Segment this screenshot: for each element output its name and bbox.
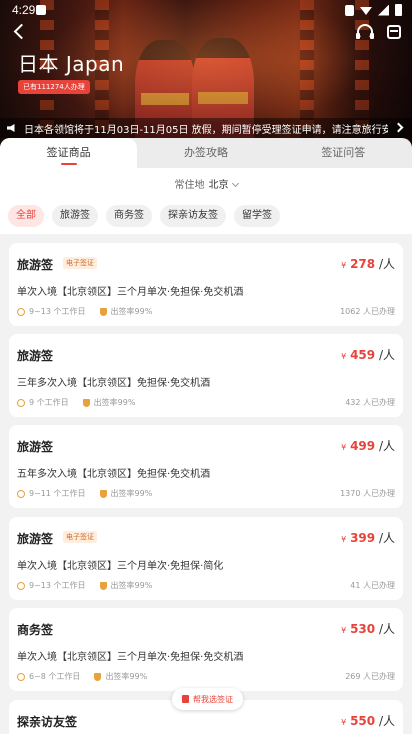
product-card[interactable]: 旅游签 电子签证 ¥ 399 /人 单次入境【北京领区】三个月单次·免担保·简化… bbox=[9, 517, 403, 600]
shield-icon bbox=[82, 398, 90, 407]
back-arrow-icon[interactable] bbox=[12, 24, 26, 38]
evisa-tag: 电子签证 bbox=[63, 531, 97, 543]
product-name: 旅游签 bbox=[17, 440, 54, 454]
shield-icon bbox=[99, 307, 107, 316]
notice-text: 日本各领馆将于11月03日-11月05日 放假，期间暂停受理签证申请，请注意旅行… bbox=[24, 124, 388, 136]
applied-count: 1062 人已办理 bbox=[340, 307, 395, 316]
product-price: ¥ 499 /人 bbox=[341, 439, 395, 453]
region-selector[interactable]: 常住地 北京 bbox=[0, 176, 412, 191]
country-title: 日本 Japan bbox=[18, 52, 125, 76]
battery-icon bbox=[395, 4, 402, 16]
status-time: 4:29 bbox=[12, 3, 36, 17]
speaker-icon bbox=[7, 124, 15, 132]
product-price: ¥ 550 /人 bbox=[341, 714, 395, 728]
product-meta: 9~13 个工作日 出签率99% bbox=[17, 306, 152, 317]
applied-count: 41 人已办理 bbox=[350, 581, 395, 590]
notice-bar[interactable]: 日本各领馆将于11月03日-11月05日 放假，期间暂停受理签证申请，请注意旅行… bbox=[0, 118, 412, 138]
product-description: 三年多次入境【北京领区】免担保·免交机酒 bbox=[17, 378, 211, 389]
product-meta: 9~13 个工作日 出签率99% bbox=[17, 580, 152, 591]
chevron-right-icon[interactable] bbox=[393, 122, 404, 133]
help-choose-visa-button[interactable]: 帮我选签证 bbox=[172, 688, 243, 710]
calendar-icon[interactable] bbox=[387, 25, 401, 39]
tab-visa-guide[interactable]: 办签攻略 bbox=[137, 138, 274, 168]
product-name: 旅游签 bbox=[17, 532, 54, 546]
applied-count: 432 人已办理 bbox=[345, 398, 395, 407]
status-bar: 4:29 bbox=[0, 0, 412, 20]
product-price: ¥ 530 /人 bbox=[341, 622, 395, 636]
product-name: 旅游签 bbox=[17, 258, 54, 272]
filter-chip-study[interactable]: 留学签 bbox=[234, 205, 280, 227]
tab-visa-qa[interactable]: 签证问答 bbox=[275, 138, 412, 168]
product-price: ¥ 459 /人 bbox=[341, 348, 395, 362]
applicants-badge: 已有111274人办理 bbox=[18, 80, 90, 94]
filter-chip-business[interactable]: 商务签 bbox=[106, 205, 152, 227]
chevron-down-icon bbox=[231, 179, 239, 188]
filter-chip-all[interactable]: 全部 bbox=[8, 205, 44, 227]
tab-bar: 签证商品 办签攻略 签证问答 bbox=[0, 138, 412, 168]
region-value: 北京 bbox=[208, 180, 229, 191]
clock-icon bbox=[17, 581, 25, 590]
product-card[interactable]: 旅游签 ¥ 459 /人 三年多次入境【北京领区】免担保·免交机酒 9 个工作日… bbox=[9, 334, 403, 417]
clock-icon bbox=[17, 489, 25, 498]
product-card[interactable]: 旅游签 电子签证 ¥ 278 /人 单次入境【北京领区】三个月单次·免担保·免交… bbox=[9, 243, 403, 326]
product-card[interactable]: 商务签 ¥ 530 /人 单次入境【北京领区】三个月单次·免担保·免交机酒 6~… bbox=[9, 608, 403, 691]
product-name: 旅游签 bbox=[17, 349, 54, 363]
product-description: 五年多次入境【北京领区】免担保·免交机酒 bbox=[17, 469, 211, 480]
product-card[interactable]: 旅游签 ¥ 499 /人 五年多次入境【北京领区】免担保·免交机酒 9~11 个… bbox=[9, 425, 403, 508]
product-meta: 6~8 个工作日 出签率99% bbox=[17, 671, 147, 682]
product-name: 探亲访友签 bbox=[17, 715, 78, 729]
filter-chip-family[interactable]: 探亲访友签 bbox=[160, 205, 226, 227]
product-description: 单次入境【北京领区】三个月单次·免担保·简化 bbox=[17, 561, 224, 572]
region-label: 常住地 bbox=[174, 180, 205, 191]
product-meta: 9 个工作日 出签率99% bbox=[17, 397, 135, 408]
product-meta: 9~11 个工作日 出签率99% bbox=[17, 488, 152, 499]
product-price: ¥ 399 /人 bbox=[341, 531, 395, 545]
applied-count: 269 人已办理 bbox=[345, 672, 395, 681]
help-choose-visa-label: 帮我选签证 bbox=[193, 694, 233, 704]
shield-icon bbox=[99, 581, 107, 590]
wifi-icon bbox=[360, 7, 372, 15]
clock-icon bbox=[17, 672, 25, 681]
headset-icon[interactable] bbox=[356, 24, 374, 40]
applied-count: 1370 人已办理 bbox=[340, 489, 395, 498]
book-icon bbox=[182, 695, 189, 703]
clock-icon bbox=[17, 398, 25, 407]
signal-icon bbox=[378, 4, 389, 16]
clock-icon bbox=[17, 307, 25, 316]
filter-chip-tourist[interactable]: 旅游签 bbox=[52, 205, 98, 227]
filter-chips: 全部 旅游签 商务签 探亲访友签 留学签 bbox=[8, 205, 280, 227]
product-name: 商务签 bbox=[17, 623, 54, 637]
shield-icon bbox=[99, 489, 107, 498]
notification-icon bbox=[36, 5, 46, 15]
product-description: 单次入境【北京领区】三个月单次·免担保·免交机酒 bbox=[17, 287, 244, 298]
product-price: ¥ 278 /人 bbox=[341, 257, 395, 271]
shield-icon bbox=[94, 672, 102, 681]
evisa-tag: 电子签证 bbox=[63, 257, 97, 269]
product-description: 单次入境【北京领区】三个月单次·免担保·免交机酒 bbox=[17, 652, 244, 663]
tab-visa-products[interactable]: 签证商品 bbox=[0, 138, 138, 168]
vibrate-icon bbox=[345, 4, 354, 16]
